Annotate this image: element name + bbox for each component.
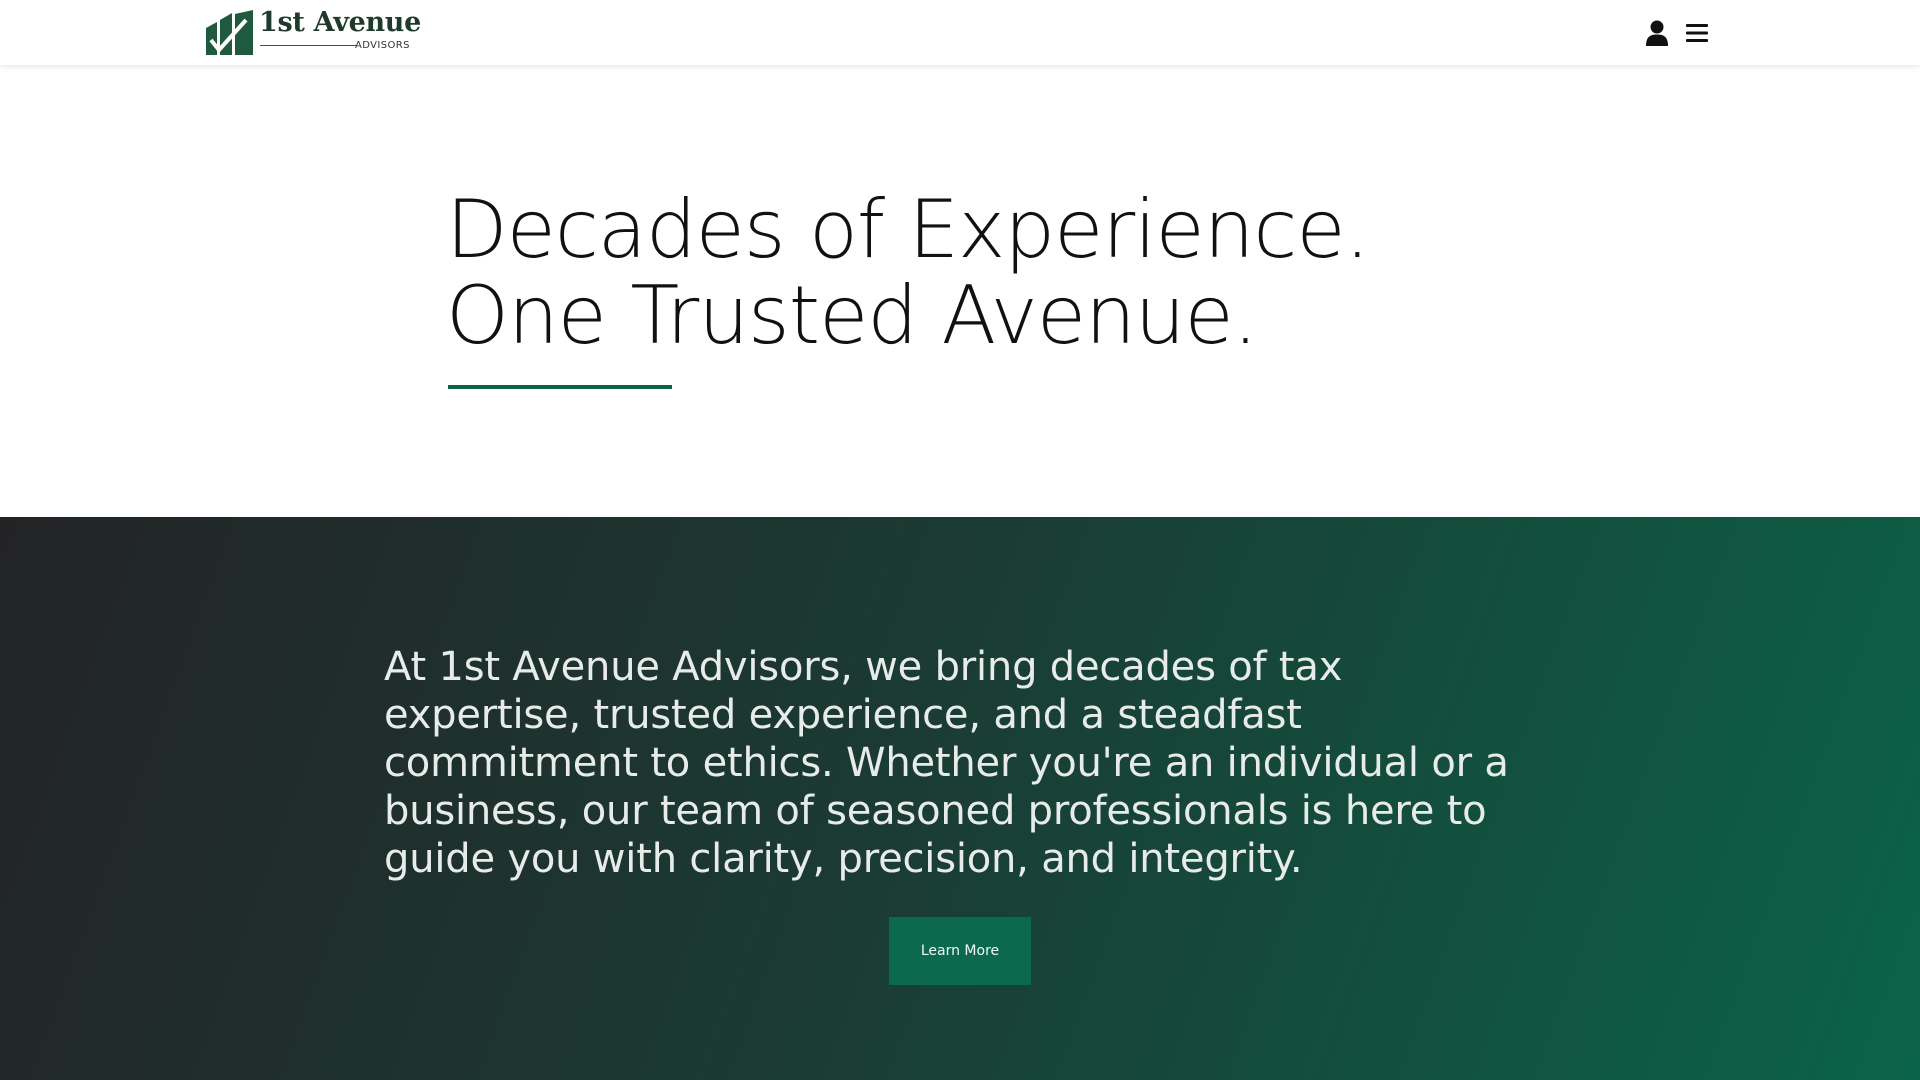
hero-title-line-2: One Trusted Avenue.: [446, 269, 1258, 362]
hero-section: Decades of Experience. One Trusted Avenu…: [0, 65, 1920, 517]
hero-title-line-1: Decades of Experience.: [446, 183, 1370, 276]
hero-accent-underline: [448, 385, 672, 389]
account-button[interactable]: [1644, 19, 1670, 47]
logo-name: 1st Avenue: [259, 7, 422, 38]
logo-link[interactable]: 1st Avenue ADVISORS: [206, 8, 421, 56]
menu-icon: [1686, 24, 1708, 42]
learn-more-button[interactable]: Learn More: [889, 917, 1031, 985]
logo-subtitle: ADVISORS: [355, 40, 410, 51]
intro-section: At 1st Avenue Advisors, we bring decades…: [0, 517, 1920, 1080]
logo-divider: [260, 45, 357, 46]
intro-paragraph: At 1st Avenue Advisors, we bring decades…: [384, 644, 1509, 882]
hero-title: Decades of Experience. One Trusted Avenu…: [446, 183, 1370, 362]
user-icon: [1646, 20, 1668, 46]
menu-button[interactable]: [1684, 19, 1710, 47]
site-header: 1st Avenue ADVISORS: [0, 0, 1920, 65]
logo-mark-icon: [206, 10, 253, 55]
header-actions: [1644, 18, 1710, 48]
